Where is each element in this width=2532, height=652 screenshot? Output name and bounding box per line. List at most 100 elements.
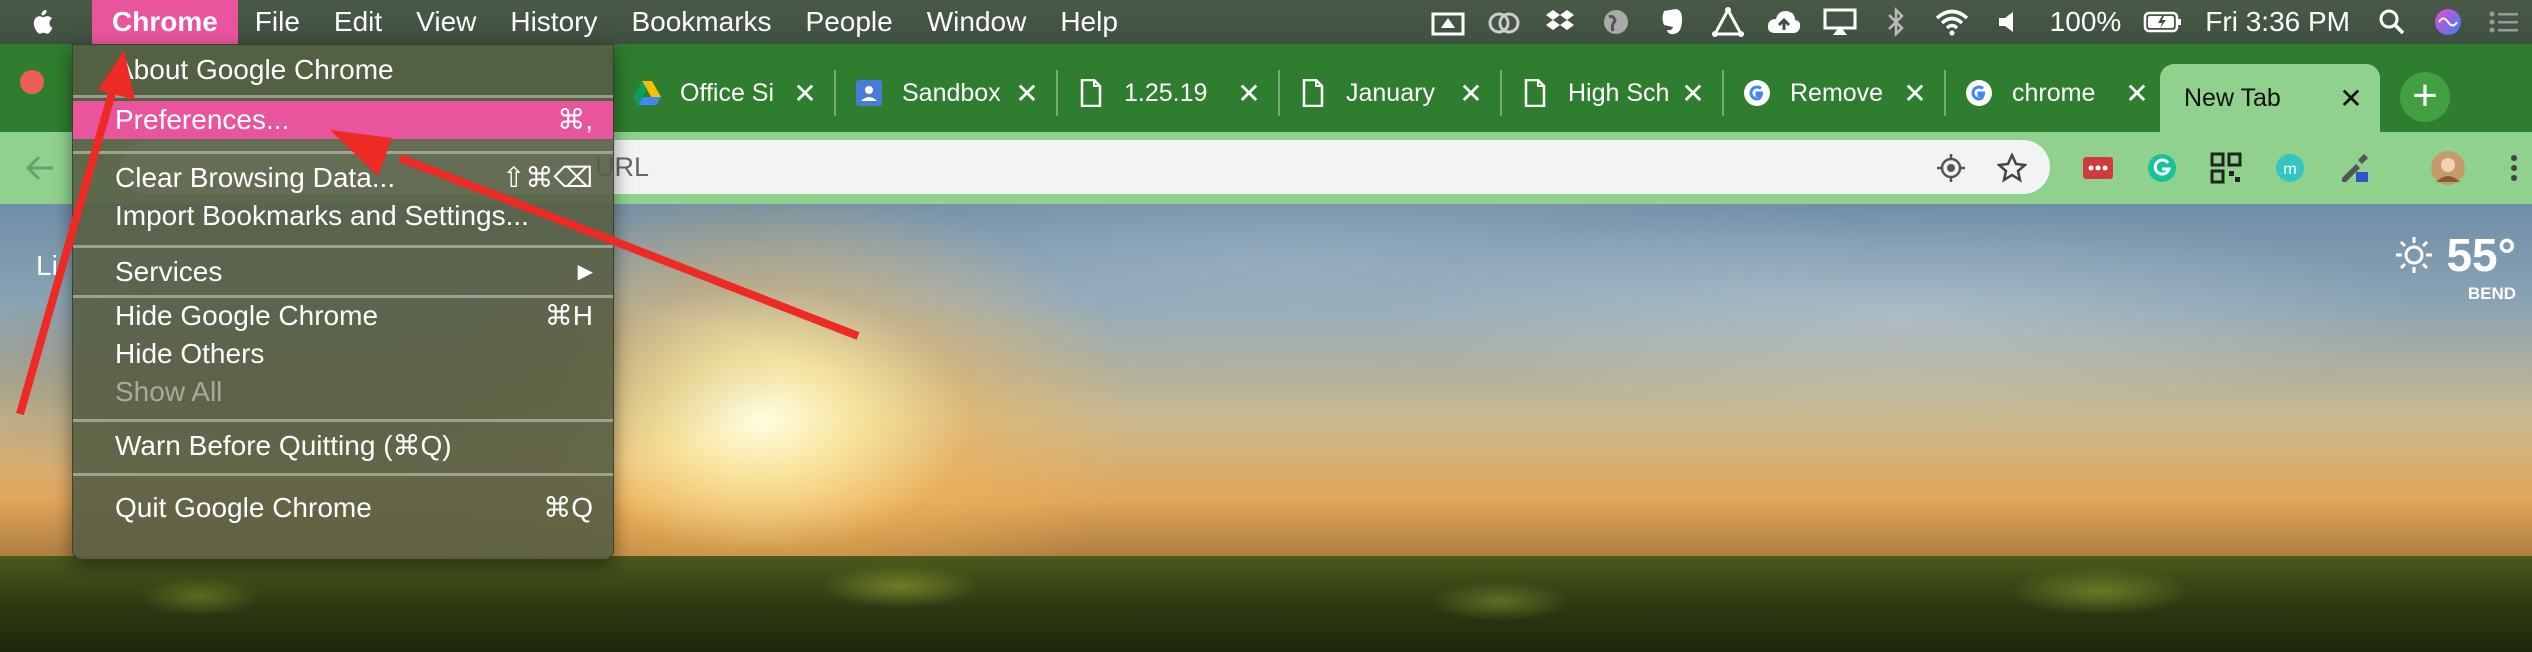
bookmark-star-icon[interactable] [1994,150,2030,186]
new-tab-button[interactable]: + [2400,72,2450,122]
menu-window[interactable]: Window [910,0,1044,44]
menu-item-quit[interactable]: Quit Google Chrome ⌘Q [73,489,613,527]
evernote-icon[interactable] [1651,0,1693,44]
menu-file[interactable]: File [238,0,317,44]
menu-item-clear-browsing-data[interactable]: Clear Browsing Data... ⇧⌘⌫ [73,159,613,197]
tab-high-school[interactable]: High Sch ✕ [1500,70,1724,116]
grammarly-icon[interactable] [2144,150,2180,186]
menu-edit[interactable]: Edit [317,0,399,44]
menu-item-import-bookmarks[interactable]: Import Bookmarks and Settings... [73,197,613,235]
menu-item-label: Hide Google Chrome [115,300,379,331]
menu-item-label: Preferences... [115,104,290,135]
close-icon[interactable]: ✕ [1234,77,1264,110]
tab-label: High Sch [1568,78,1670,107]
qr-code-icon[interactable] [2208,150,2244,186]
menu-separator [73,151,613,154]
notification-center-icon[interactable] [2483,0,2525,44]
menu-separator [73,419,613,422]
menu-item-show-all: Show All [73,373,613,411]
weather-location: BEND [2467,284,2516,303]
google-icon [1964,78,1994,108]
more-options-icon[interactable] [2496,150,2532,186]
weather-temp-row: 55° [2394,228,2516,282]
clock[interactable]: Fri 3:36 PM [2191,6,2364,38]
globe-icon[interactable] [1595,0,1637,44]
extension-red-icon[interactable] [2080,150,2116,186]
screenshot-tool-icon[interactable] [1427,0,1469,44]
weather-widget[interactable]: 55° BEND [2394,228,2516,304]
document-icon [1298,78,1328,108]
menu-item-hide-others[interactable]: Hide Others [73,335,613,373]
menu-item-hide-chrome[interactable]: Hide Google Chrome ⌘H [73,297,613,335]
menu-separator [73,245,613,248]
menu-help[interactable]: Help [1043,0,1135,44]
mote-extension-icon[interactable]: m [2272,150,2308,186]
profile-avatar[interactable] [2430,150,2466,186]
google-icon [1742,78,1772,108]
tab-label: Office Si [680,78,775,107]
menu-history[interactable]: History [493,0,614,44]
eyedropper-extension-icon[interactable] [2336,150,2372,186]
menu-item-label: Warn Before Quitting (⌘Q) [115,430,452,461]
menu-separator [73,473,613,476]
location-target-icon[interactable] [1933,150,1969,186]
tab-january[interactable]: January ✕ [1278,70,1502,116]
close-icon[interactable]: ✕ [1900,77,1930,110]
volume-icon[interactable] [1987,0,2029,44]
menu-view[interactable]: View [399,0,493,44]
menu-item-label: Clear Browsing Data... [115,162,396,193]
airplay-icon[interactable] [1819,0,1861,44]
tab-remove[interactable]: Remove ✕ [1722,70,1946,116]
tab-1-25-19[interactable]: 1.25.19 ✕ [1056,70,1280,116]
tab-label: New Tab [2184,83,2281,112]
tab-label: January [1346,78,1435,107]
menu-item-label: Quit Google Chrome [115,492,372,523]
menu-item-label: Hide Others [115,338,265,369]
svg-text:m: m [2283,161,2296,178]
menu-item-shortcut: ⌘Q [543,492,593,523]
menu-item-warn-before-quitting[interactable]: Warn Before Quitting (⌘Q) [73,427,613,465]
tab-new-tab[interactable]: New Tab ✕ [2160,64,2380,132]
menu-extras: 100% Fri 3:36 PM [1420,0,2532,44]
sync-triangle-icon[interactable] [1707,0,1749,44]
cloud-upload-icon[interactable] [1763,0,1805,44]
close-icon[interactable]: ✕ [2122,77,2152,110]
spotlight-search-icon[interactable] [2371,0,2413,44]
creative-cloud-icon[interactable] [1483,0,1525,44]
links-label[interactable]: Li [36,250,58,282]
close-icon[interactable]: ✕ [790,77,820,110]
menu-people[interactable]: People [789,0,910,44]
apple-menu-icon[interactable] [22,0,60,44]
close-icon[interactable]: ✕ [2336,82,2366,115]
close-icon[interactable]: ✕ [1456,77,1486,110]
tab-chrome[interactable]: chrome ✕ [1944,70,2166,116]
siri-icon[interactable] [2427,0,2469,44]
tab-office[interactable]: Office Si ✕ [612,70,836,116]
menu-bookmarks[interactable]: Bookmarks [614,0,788,44]
wifi-icon[interactable] [1931,0,1973,44]
close-icon[interactable]: ✕ [1678,77,1708,110]
menu-item-label: Services [115,256,223,287]
menu-item-shortcut: ⌘, [557,104,593,135]
menu-item-about[interactable]: About Google Chrome [73,51,613,89]
back-arrow-icon[interactable] [22,150,58,186]
sun-icon [2394,235,2434,275]
battery-icon[interactable] [2142,0,2184,44]
menu-item-preferences[interactable]: Preferences... ⌘, [73,101,613,139]
document-icon [1076,78,1106,108]
window-close-button[interactable] [20,70,44,94]
google-drive-icon [632,78,662,108]
menu-item-services[interactable]: Services ▶ [73,253,613,291]
chevron-right-icon: ▶ [577,261,593,283]
menu-separator [73,95,613,98]
menu-item-label: Show All [115,376,223,407]
tab-label: 1.25.19 [1124,78,1208,107]
tab-label: Remove [1790,78,1884,107]
close-icon[interactable]: ✕ [1012,77,1042,110]
bluetooth-icon[interactable] [1875,0,1917,44]
menu-item-label: Import Bookmarks and Settings... [115,200,529,231]
tab-sandbox[interactable]: Sandbox ✕ [834,70,1058,116]
menu-chrome[interactable]: Chrome [92,0,238,44]
dropbox-icon[interactable] [1539,0,1581,44]
weather-temperature: 55° [2446,229,2516,281]
